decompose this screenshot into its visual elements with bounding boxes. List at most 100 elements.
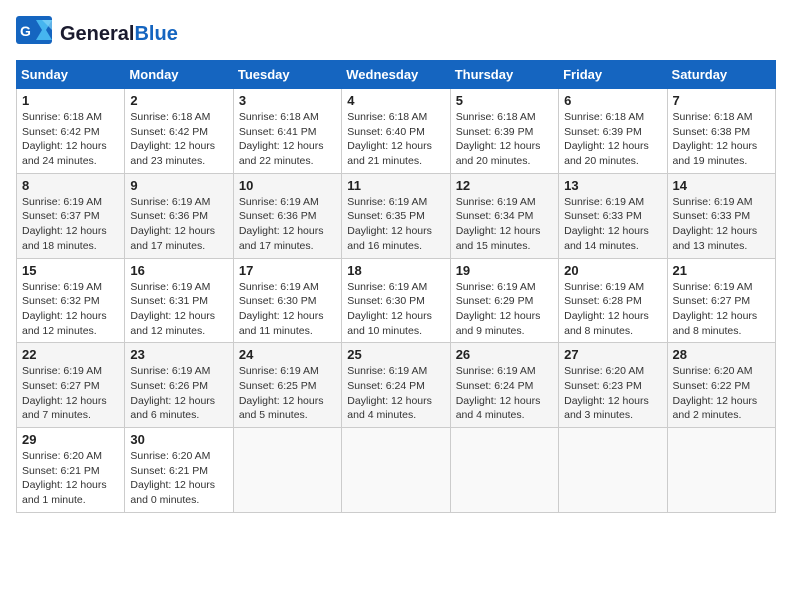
day-info: Sunrise: 6:19 AM Sunset: 6:36 PM Dayligh… xyxy=(239,195,336,254)
calendar-table: SundayMondayTuesdayWednesdayThursdayFrid… xyxy=(16,60,776,513)
logo-general-text: General xyxy=(60,23,134,45)
day-info: Sunrise: 6:18 AM Sunset: 6:41 PM Dayligh… xyxy=(239,110,336,169)
calendar-week-row: 8Sunrise: 6:19 AM Sunset: 6:37 PM Daylig… xyxy=(17,173,776,258)
calendar-cell: 28 Sunrise: 6:20 AM Sunset: 6:22 PM Dayli… xyxy=(667,343,775,428)
column-header-monday: Monday xyxy=(125,61,233,89)
day-number: 6 xyxy=(564,93,661,108)
day-info: Sunrise: 6:19 AM Sunset: 6:36 PM Dayligh… xyxy=(130,195,227,254)
calendar-cell: 4 Sunrise: 6:18 AM Sunset: 6:40 PM Daylig… xyxy=(342,89,450,174)
day-info: Sunrise: 6:19 AM Sunset: 6:25 PM Dayligh… xyxy=(239,364,336,423)
day-number: 15 xyxy=(22,263,119,278)
day-number: 14 xyxy=(673,178,770,193)
calendar-cell: 23Sunrise: 6:19 AM Sunset: 6:26 PM Dayli… xyxy=(125,343,233,428)
day-number: 1 xyxy=(22,93,119,108)
day-number: 28 xyxy=(673,347,770,362)
logo: G GeneralBlue xyxy=(16,16,178,52)
day-number: 8 xyxy=(22,178,119,193)
calendar-cell: 16 Sunrise: 6:19 AM Sunset: 6:31 PM Dayli… xyxy=(125,258,233,343)
day-info: Sunrise: 6:20 AM Sunset: 6:22 PM Dayligh… xyxy=(673,364,770,423)
calendar-cell xyxy=(233,428,341,513)
day-info: Sunrise: 6:20 AM Sunset: 6:21 PM Dayligh… xyxy=(130,449,227,508)
day-info: Sunrise: 6:19 AM Sunset: 6:34 PM Dayligh… xyxy=(456,195,553,254)
day-number: 9 xyxy=(130,178,227,193)
svg-text:G: G xyxy=(20,23,31,39)
calendar-cell: 8Sunrise: 6:19 AM Sunset: 6:37 PM Daylig… xyxy=(17,173,125,258)
calendar-cell: 20 Sunrise: 6:19 AM Sunset: 6:28 PM Dayli… xyxy=(559,258,667,343)
day-info: Sunrise: 6:19 AM Sunset: 6:32 PM Dayligh… xyxy=(22,280,119,339)
calendar-cell xyxy=(667,428,775,513)
day-number: 4 xyxy=(347,93,444,108)
day-info: Sunrise: 6:19 AM Sunset: 6:29 PM Dayligh… xyxy=(456,280,553,339)
calendar-cell xyxy=(559,428,667,513)
calendar-cell: 25Sunrise: 6:19 AM Sunset: 6:24 PM Dayli… xyxy=(342,343,450,428)
calendar-cell: 30 Sunrise: 6:20 AM Sunset: 6:21 PM Dayli… xyxy=(125,428,233,513)
column-header-sunday: Sunday xyxy=(17,61,125,89)
calendar-cell: 21Sunrise: 6:19 AM Sunset: 6:27 PM Dayli… xyxy=(667,258,775,343)
day-info: Sunrise: 6:18 AM Sunset: 6:38 PM Dayligh… xyxy=(673,110,770,169)
calendar-cell: 6 Sunrise: 6:18 AM Sunset: 6:39 PM Daylig… xyxy=(559,89,667,174)
day-info: Sunrise: 6:18 AM Sunset: 6:39 PM Dayligh… xyxy=(564,110,661,169)
day-info: Sunrise: 6:19 AM Sunset: 6:31 PM Dayligh… xyxy=(130,280,227,339)
calendar-week-row: 29 Sunrise: 6:20 AM Sunset: 6:21 PM Dayli… xyxy=(17,428,776,513)
calendar-cell: 27 Sunrise: 6:20 AM Sunset: 6:23 PM Dayli… xyxy=(559,343,667,428)
day-number: 5 xyxy=(456,93,553,108)
day-number: 12 xyxy=(456,178,553,193)
day-info: Sunrise: 6:20 AM Sunset: 6:23 PM Dayligh… xyxy=(564,364,661,423)
column-header-friday: Friday xyxy=(559,61,667,89)
day-info: Sunrise: 6:18 AM Sunset: 6:40 PM Dayligh… xyxy=(347,110,444,169)
day-info: Sunrise: 6:19 AM Sunset: 6:30 PM Dayligh… xyxy=(347,280,444,339)
calendar-cell: 29 Sunrise: 6:20 AM Sunset: 6:21 PM Dayli… xyxy=(17,428,125,513)
calendar-cell: 17 Sunrise: 6:19 AM Sunset: 6:30 PM Dayli… xyxy=(233,258,341,343)
calendar-cell xyxy=(342,428,450,513)
calendar-week-row: 15 Sunrise: 6:19 AM Sunset: 6:32 PM Dayli… xyxy=(17,258,776,343)
calendar-cell: 14 Sunrise: 6:19 AM Sunset: 6:33 PM Dayli… xyxy=(667,173,775,258)
day-info: Sunrise: 6:18 AM Sunset: 6:42 PM Dayligh… xyxy=(22,110,119,169)
calendar-cell: 24Sunrise: 6:19 AM Sunset: 6:25 PM Dayli… xyxy=(233,343,341,428)
calendar-cell: 15 Sunrise: 6:19 AM Sunset: 6:32 PM Dayli… xyxy=(17,258,125,343)
calendar-cell xyxy=(450,428,558,513)
calendar-header-row: SundayMondayTuesdayWednesdayThursdayFrid… xyxy=(17,61,776,89)
calendar-cell: 11Sunrise: 6:19 AM Sunset: 6:35 PM Dayli… xyxy=(342,173,450,258)
day-number: 29 xyxy=(22,432,119,447)
day-number: 16 xyxy=(130,263,227,278)
day-info: Sunrise: 6:19 AM Sunset: 6:27 PM Dayligh… xyxy=(673,280,770,339)
column-header-saturday: Saturday xyxy=(667,61,775,89)
day-info: Sunrise: 6:19 AM Sunset: 6:24 PM Dayligh… xyxy=(347,364,444,423)
calendar-cell: 7 Sunrise: 6:18 AM Sunset: 6:38 PM Daylig… xyxy=(667,89,775,174)
calendar-cell: 19 Sunrise: 6:19 AM Sunset: 6:29 PM Dayli… xyxy=(450,258,558,343)
day-info: Sunrise: 6:18 AM Sunset: 6:39 PM Dayligh… xyxy=(456,110,553,169)
calendar-week-row: 22 Sunrise: 6:19 AM Sunset: 6:27 PM Dayli… xyxy=(17,343,776,428)
calendar-cell: 1 Sunrise: 6:18 AM Sunset: 6:42 PM Daylig… xyxy=(17,89,125,174)
day-info: Sunrise: 6:19 AM Sunset: 6:28 PM Dayligh… xyxy=(564,280,661,339)
day-number: 20 xyxy=(564,263,661,278)
day-info: Sunrise: 6:19 AM Sunset: 6:33 PM Dayligh… xyxy=(673,195,770,254)
calendar-cell: 2Sunrise: 6:18 AM Sunset: 6:42 PM Daylig… xyxy=(125,89,233,174)
calendar-cell: 18 Sunrise: 6:19 AM Sunset: 6:30 PM Dayli… xyxy=(342,258,450,343)
column-header-tuesday: Tuesday xyxy=(233,61,341,89)
day-info: Sunrise: 6:19 AM Sunset: 6:27 PM Dayligh… xyxy=(22,364,119,423)
calendar-cell: 5 Sunrise: 6:18 AM Sunset: 6:39 PM Daylig… xyxy=(450,89,558,174)
calendar-cell: 9 Sunrise: 6:19 AM Sunset: 6:36 PM Daylig… xyxy=(125,173,233,258)
day-number: 7 xyxy=(673,93,770,108)
day-number: 18 xyxy=(347,263,444,278)
day-info: Sunrise: 6:19 AM Sunset: 6:24 PM Dayligh… xyxy=(456,364,553,423)
day-number: 11 xyxy=(347,178,444,193)
day-info: Sunrise: 6:18 AM Sunset: 6:42 PM Dayligh… xyxy=(130,110,227,169)
calendar-cell: 26 Sunrise: 6:19 AM Sunset: 6:24 PM Dayli… xyxy=(450,343,558,428)
day-info: Sunrise: 6:19 AM Sunset: 6:30 PM Dayligh… xyxy=(239,280,336,339)
day-number: 27 xyxy=(564,347,661,362)
day-info: Sunrise: 6:20 AM Sunset: 6:21 PM Dayligh… xyxy=(22,449,119,508)
day-info: Sunrise: 6:19 AM Sunset: 6:33 PM Dayligh… xyxy=(564,195,661,254)
page-header: G GeneralBlue xyxy=(16,16,776,52)
day-number: 30 xyxy=(130,432,227,447)
day-number: 22 xyxy=(22,347,119,362)
calendar-cell: 12 Sunrise: 6:19 AM Sunset: 6:34 PM Dayli… xyxy=(450,173,558,258)
day-number: 17 xyxy=(239,263,336,278)
day-number: 19 xyxy=(456,263,553,278)
column-header-wednesday: Wednesday xyxy=(342,61,450,89)
day-number: 3 xyxy=(239,93,336,108)
column-header-thursday: Thursday xyxy=(450,61,558,89)
calendar-cell: 13Sunrise: 6:19 AM Sunset: 6:33 PM Dayli… xyxy=(559,173,667,258)
day-number: 26 xyxy=(456,347,553,362)
calendar-cell: 22 Sunrise: 6:19 AM Sunset: 6:27 PM Dayli… xyxy=(17,343,125,428)
